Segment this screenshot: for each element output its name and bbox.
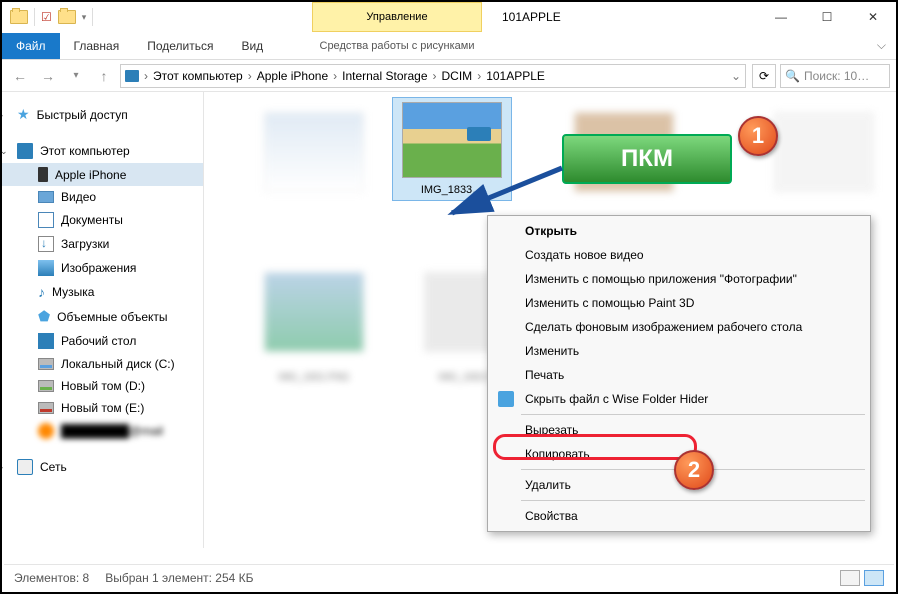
ctx-hide-wise[interactable]: Скрыть файл с Wise Folder Hider	[491, 387, 867, 411]
ctx-edit-photos[interactable]: Изменить с помощью приложения "Фотографи…	[491, 267, 867, 291]
tab-file[interactable]: Файл	[2, 33, 60, 59]
menu-separator	[521, 414, 865, 415]
status-selection: Выбран 1 элемент: 254 КБ	[105, 571, 253, 585]
ctx-properties[interactable]: Свойства	[491, 504, 867, 528]
ribbon-expand-icon[interactable]: ⌵	[877, 38, 886, 53]
document-icon	[38, 212, 54, 228]
star-icon: ★	[17, 106, 30, 123]
view-thumbnails-button[interactable]	[864, 570, 884, 586]
download-icon	[38, 236, 54, 252]
pc-icon	[125, 70, 139, 82]
network-icon	[17, 459, 33, 475]
folder-icon	[10, 10, 28, 24]
divider	[34, 8, 35, 26]
search-icon: 🔍	[785, 69, 800, 83]
refresh-button[interactable]: ⟳	[752, 64, 776, 88]
tab-home[interactable]: Главная	[60, 33, 134, 59]
ribbon: Файл Главная Поделиться Вид Средства раб…	[2, 32, 896, 60]
ctx-open[interactable]: Открыть	[491, 219, 867, 243]
breadcrumb-part[interactable]: 101APPLE	[486, 69, 545, 83]
titlebar: ☑ ▾ Управление 101APPLE — ☐ ✕	[2, 2, 896, 32]
chevron-right-icon[interactable]: ›	[474, 69, 484, 83]
ctx-cut[interactable]: Вырезать	[491, 418, 867, 442]
folder-icon	[58, 10, 76, 24]
menu-separator	[521, 500, 865, 501]
monitor-icon	[17, 143, 33, 159]
status-item-count: Элементов: 8	[14, 571, 89, 585]
status-bar: Элементов: 8 Выбран 1 элемент: 254 КБ	[4, 564, 894, 590]
picture-icon	[38, 260, 54, 276]
qat-caret-icon[interactable]: ▾	[82, 12, 87, 23]
music-icon: ♪	[38, 284, 45, 300]
cube-icon: ⬟	[38, 308, 50, 325]
sidebar-item-3dobjects[interactable]: ⬟Объемные объекты	[2, 304, 203, 329]
search-placeholder: Поиск: 10…	[804, 69, 869, 83]
maximize-button[interactable]: ☐	[804, 2, 850, 32]
thumbnail-image	[402, 102, 502, 178]
address-bar-row: ← → ▾ ↑ › Этот компьютер › Apple iPhone …	[2, 60, 896, 92]
wise-icon	[498, 391, 514, 407]
disk-icon	[38, 358, 54, 370]
qat-check-icon[interactable]: ☑	[41, 10, 52, 24]
sidebar-item-disk-e[interactable]: Новый том (E:)	[2, 397, 203, 419]
nav-forward-button[interactable]: →	[36, 64, 60, 88]
breadcrumb-part[interactable]: Apple iPhone	[257, 69, 328, 83]
annotation-callout-pkm: ПКМ	[562, 134, 732, 184]
sidebar-item-disk-d[interactable]: Новый том (D:)	[2, 375, 203, 397]
disk-icon	[38, 402, 54, 414]
chevron-right-icon[interactable]: ›	[430, 69, 440, 83]
desktop-icon	[38, 333, 54, 349]
tab-share[interactable]: Поделиться	[133, 33, 227, 59]
chevron-right-icon[interactable]: ›	[141, 69, 151, 83]
breadcrumb-part[interactable]: Internal Storage	[342, 69, 427, 83]
sidebar-item-documents[interactable]: Документы	[2, 208, 203, 232]
sidebar-network[interactable]: ›Сеть	[2, 455, 203, 479]
file-name-label: IMG_1833…	[397, 184, 507, 196]
tab-picture-tools[interactable]: Средства работы с рисунками	[312, 32, 482, 59]
close-button[interactable]: ✕	[850, 2, 896, 32]
nav-back-button[interactable]: ←	[8, 64, 32, 88]
chevron-right-icon[interactable]: ›	[330, 69, 340, 83]
ctx-edit[interactable]: Изменить	[491, 339, 867, 363]
sidebar-item-desktop[interactable]: Рабочий стол	[2, 329, 203, 353]
tab-view[interactable]: Вид	[227, 33, 277, 59]
cloud-icon	[38, 423, 54, 439]
breadcrumb[interactable]: › Этот компьютер › Apple iPhone › Intern…	[120, 64, 746, 88]
sidebar-item-disk-c[interactable]: Локальный диск (C:)	[2, 353, 203, 375]
chevron-right-icon[interactable]: ›	[245, 69, 255, 83]
sidebar-item-iphone[interactable]: Apple iPhone	[2, 163, 203, 186]
film-icon	[38, 191, 54, 203]
context-menu: Открыть Создать новое видео Изменить с п…	[487, 215, 871, 532]
minimize-button[interactable]: —	[758, 2, 804, 32]
sidebar-item-cloud[interactable]: ████████@mail	[2, 419, 203, 443]
file-item-selected[interactable]: IMG_1833…	[392, 97, 512, 201]
navigation-pane: ›★Быстрый доступ ⌄Этот компьютер Apple i…	[2, 92, 204, 548]
sidebar-item-pictures[interactable]: Изображения	[2, 256, 203, 280]
breadcrumb-part[interactable]: DCIM	[442, 69, 473, 83]
phone-icon	[38, 167, 48, 182]
disk-icon	[38, 380, 54, 392]
ctx-edit-paint3d[interactable]: Изменить с помощью Paint 3D	[491, 291, 867, 315]
qat: ☑ ▾	[2, 8, 93, 26]
ctx-set-wallpaper[interactable]: Сделать фоновым изображением рабочего ст…	[491, 315, 867, 339]
ribbon-context-tab[interactable]: Управление	[312, 2, 482, 32]
nav-up-button[interactable]: ↑	[92, 64, 116, 88]
breadcrumb-part[interactable]: Этот компьютер	[153, 69, 243, 83]
chevron-down-icon[interactable]: ⌄	[731, 69, 741, 83]
sidebar-item-music[interactable]: ♪Музыка	[2, 280, 203, 304]
window-title: 101APPLE	[502, 2, 561, 32]
divider	[92, 8, 93, 26]
ctx-new-video[interactable]: Создать новое видео	[491, 243, 867, 267]
search-input[interactable]: 🔍 Поиск: 10…	[780, 64, 890, 88]
annotation-badge-1: 1	[738, 116, 778, 156]
sidebar-item-downloads[interactable]: Загрузки	[2, 232, 203, 256]
nav-history-button[interactable]: ▾	[64, 64, 88, 88]
sidebar-item-video[interactable]: Видео	[2, 186, 203, 208]
annotation-badge-2: 2	[674, 450, 714, 490]
view-details-button[interactable]	[840, 570, 860, 586]
sidebar-this-pc[interactable]: ⌄Этот компьютер	[2, 139, 203, 163]
sidebar-quick-access[interactable]: ›★Быстрый доступ	[2, 102, 203, 127]
ctx-print[interactable]: Печать	[491, 363, 867, 387]
